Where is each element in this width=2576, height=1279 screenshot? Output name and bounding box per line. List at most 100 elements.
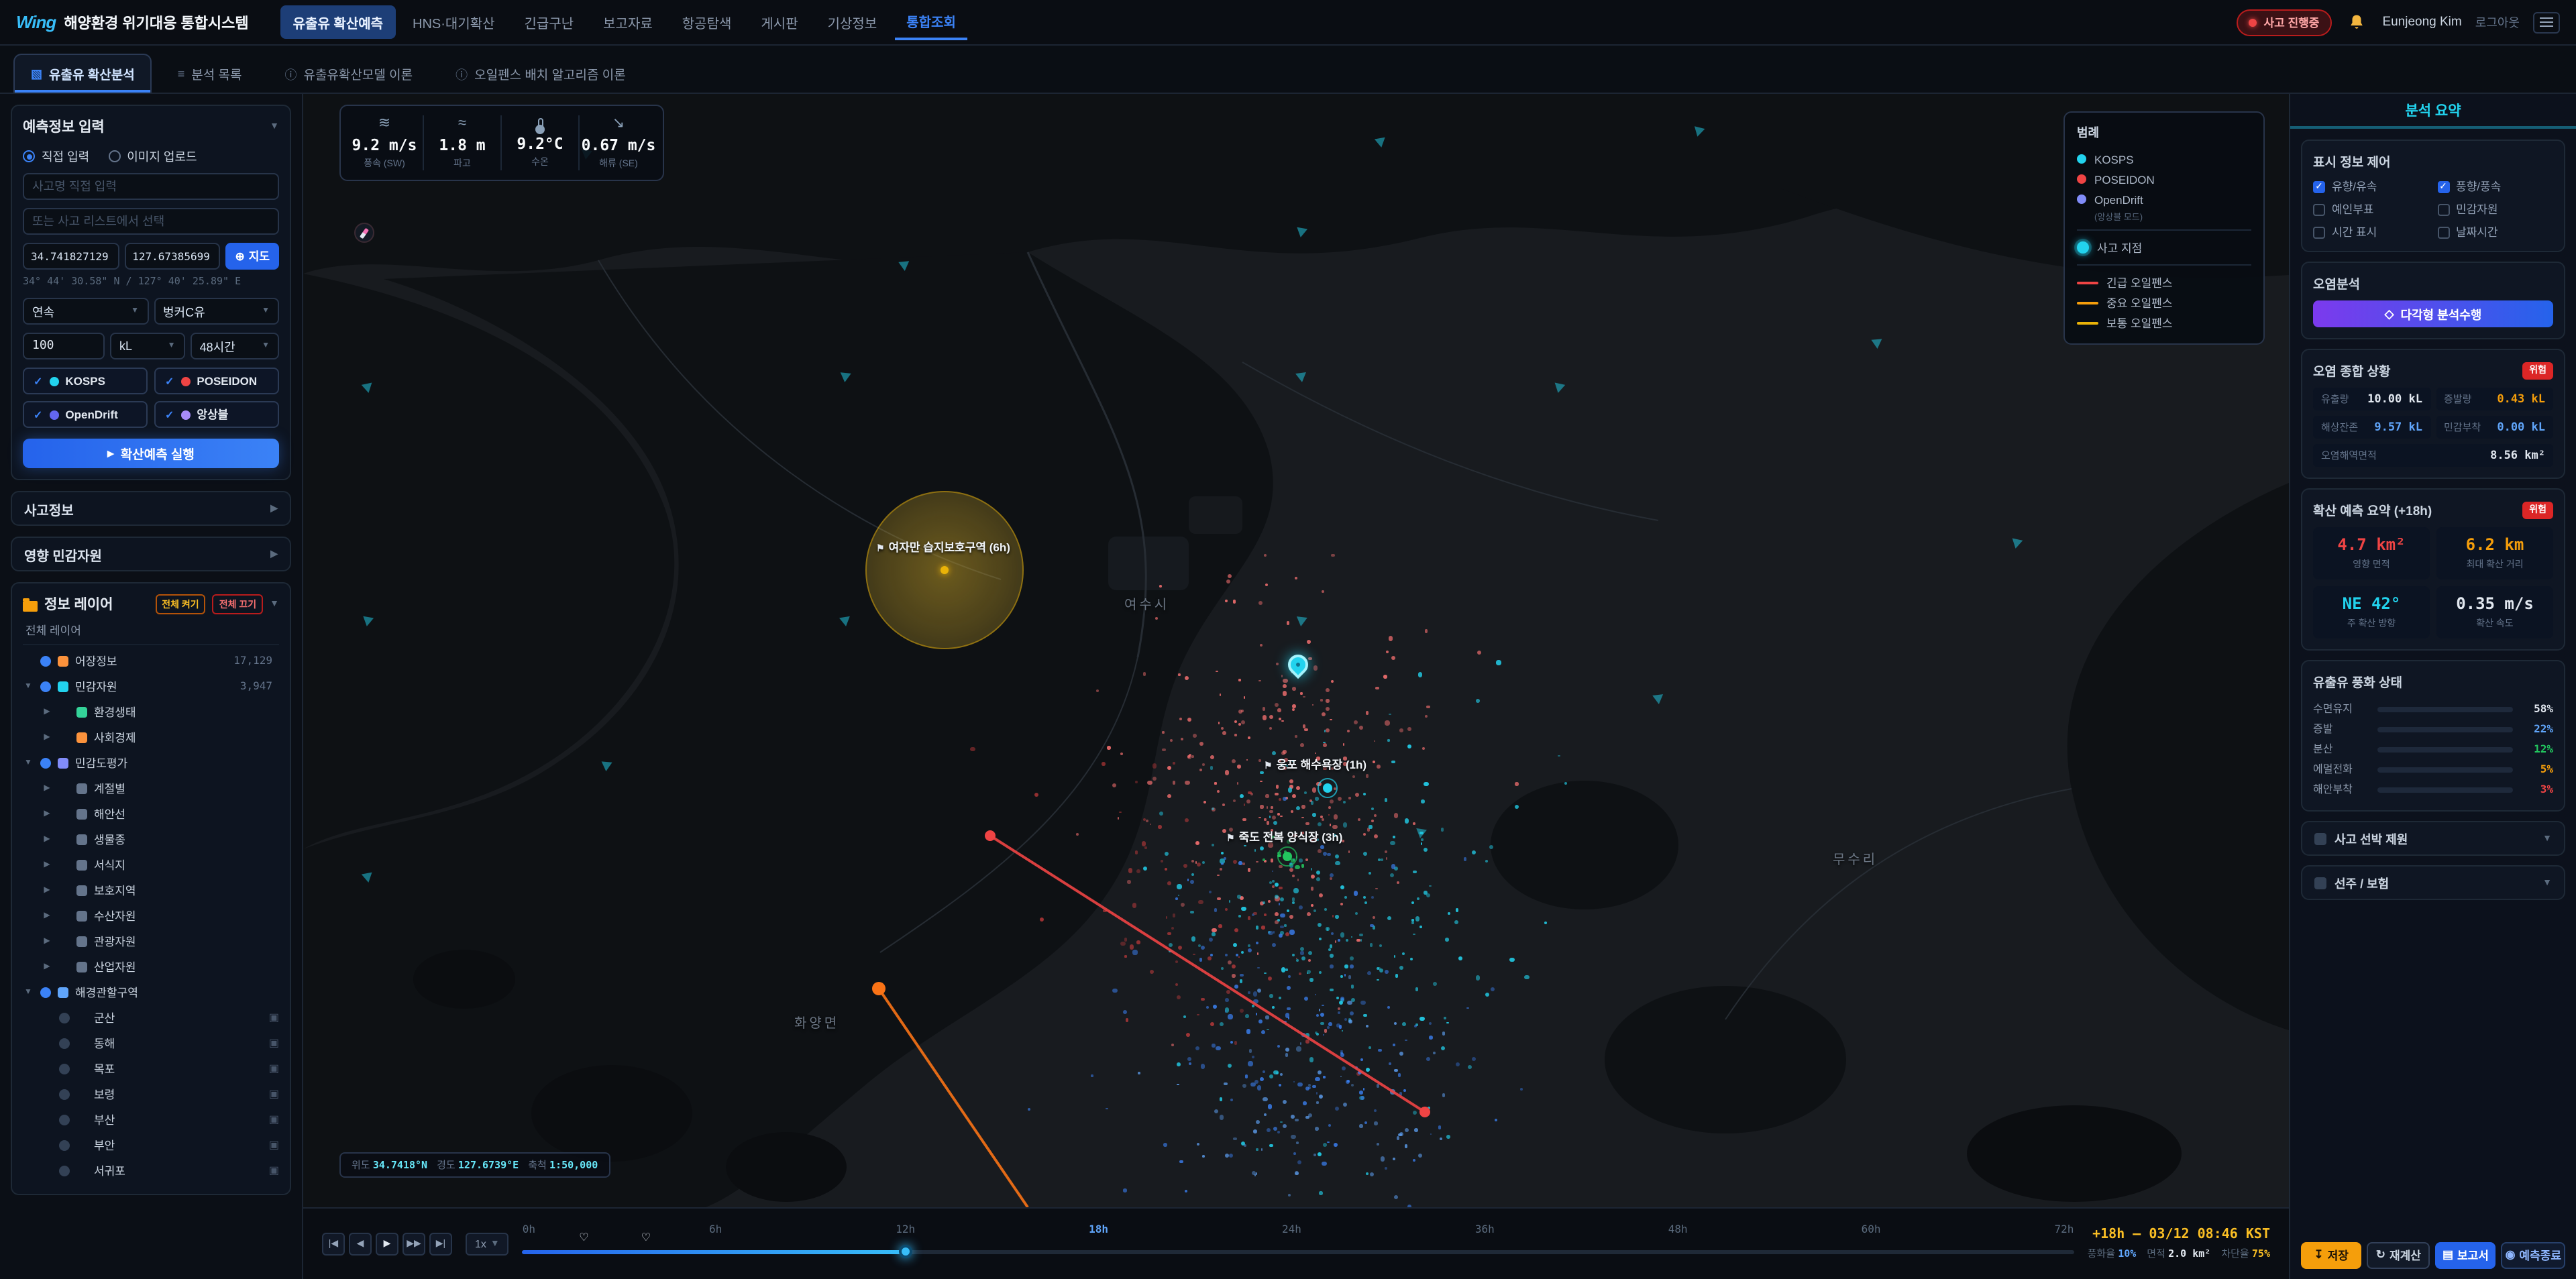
layer-row[interactable]: ▶ 사회경제: [23, 724, 279, 750]
layer-row[interactable]: 어장정보 17,129: [23, 648, 279, 673]
model-toggle[interactable]: ✓ POSEIDON: [154, 368, 279, 394]
accident-list-input[interactable]: [23, 208, 279, 235]
tab[interactable]: ⓘ 오일펜스 배치 알고리즘 이론: [438, 54, 643, 93]
layer-row[interactable]: 보령 ▣: [23, 1081, 279, 1107]
layer-list-icon[interactable]: ▣: [269, 1037, 279, 1049]
hamburger-menu-icon[interactable]: [2533, 11, 2560, 33]
amount-input[interactable]: [23, 333, 105, 359]
nav-item[interactable]: 게시판: [749, 5, 810, 39]
nav-item[interactable]: 통합조회: [894, 4, 968, 40]
layer-list-icon[interactable]: ▣: [269, 1011, 279, 1023]
ship-spec-section[interactable]: 사고 선박 제원 ▼: [2301, 821, 2565, 856]
play-button[interactable]: ▶: [376, 1232, 398, 1255]
all-layers-on-button[interactable]: 전체 켜기: [155, 594, 206, 614]
layer-toggle-dot[interactable]: [40, 987, 51, 997]
layer-row[interactable]: ▶ 산업자원: [23, 954, 279, 979]
layer-toggle-dot[interactable]: [40, 757, 51, 768]
layer-row[interactable]: ▶ 수산자원: [23, 903, 279, 928]
fence-deploy-marker-icon[interactable]: ♡: [579, 1231, 588, 1243]
latitude-input[interactable]: [23, 243, 119, 270]
radio-image-upload[interactable]: 이미지 업로드: [108, 148, 197, 165]
prediction-input-header[interactable]: 예측정보 입력 ▼: [23, 117, 279, 137]
layer-toggle-dot[interactable]: [59, 1038, 70, 1048]
display-option-checkbox[interactable]: ✓ 풍향/풍속: [2437, 178, 2553, 194]
nav-item[interactable]: 보고자료: [591, 5, 665, 39]
layer-toggle-dot[interactable]: [59, 1165, 70, 1176]
model-toggle[interactable]: ✓ 앙상블: [154, 401, 279, 428]
display-option-checkbox[interactable]: ✓ 시간 표시: [2313, 224, 2429, 240]
action-button[interactable]: ◉ 예측종료: [2501, 1241, 2565, 1268]
layer-row[interactable]: ▶ 서식지: [23, 852, 279, 877]
layer-row[interactable]: ▶ 관광자원: [23, 928, 279, 954]
notification-bell-icon[interactable]: [2345, 10, 2369, 34]
pick-on-map-button[interactable]: ⊕ 지도: [225, 243, 280, 270]
run-prediction-button[interactable]: ▸ 확산예측 실행: [23, 439, 279, 468]
layer-row[interactable]: ▶ 보호지역: [23, 877, 279, 903]
polygon-analysis-button[interactable]: ◇ 다각형 분석수행: [2313, 300, 2553, 327]
layer-toggle-dot[interactable]: [59, 1063, 70, 1074]
action-button[interactable]: ↧ 저장: [2301, 1241, 2362, 1268]
layer-row[interactable]: ▼ 해경관할구역: [23, 979, 279, 1005]
tab[interactable]: ▧ 유출유 확산분석: [13, 54, 152, 93]
fence-deploy-marker-icon[interactable]: ♡: [641, 1231, 651, 1243]
layer-toggle-dot[interactable]: [40, 655, 51, 666]
nav-item[interactable]: 긴급구난: [513, 5, 586, 39]
layer-row[interactable]: ▼ 민감자원 3,947: [23, 673, 279, 699]
layers-header[interactable]: 정보 레이어 전체 켜기 전체 끄기 ▼: [23, 594, 279, 614]
layer-list-icon[interactable]: ▣: [269, 1164, 279, 1176]
layer-toggle-dot[interactable]: [40, 681, 51, 691]
duration-select[interactable]: 48시간 ▼: [190, 333, 279, 359]
compass-icon[interactable]: [354, 223, 374, 243]
accident-info-section[interactable]: 사고정보 ▶: [11, 491, 291, 526]
tab[interactable]: ⓘ 유출유확산모델 이론: [267, 54, 430, 93]
display-option-checkbox[interactable]: ✓ 민감자원: [2437, 201, 2553, 217]
map[interactable]: 여자만 습지보호구역 (6h) 여수시웅포 해수욕장 (1h) 죽도 전복 양식장 …: [303, 94, 2289, 1207]
layer-list-icon[interactable]: ▣: [269, 1062, 279, 1074]
timeline-handle[interactable]: [899, 1245, 913, 1258]
layer-row[interactable]: ▶ 환경생태: [23, 699, 279, 724]
model-toggle[interactable]: ✓ OpenDrift: [23, 401, 148, 428]
longitude-input[interactable]: [124, 243, 221, 270]
nav-item[interactable]: HNS·대기확산: [400, 5, 507, 39]
layer-row[interactable]: 동해 ▣: [23, 1030, 279, 1056]
layer-row[interactable]: 목포 ▣: [23, 1056, 279, 1081]
layer-row[interactable]: 부산 ▣: [23, 1107, 279, 1132]
tab[interactable]: ≡ 분석 목록: [160, 54, 260, 93]
layer-row[interactable]: 부안 ▣: [23, 1132, 279, 1158]
display-option-checkbox[interactable]: ✓ 날짜시간: [2437, 224, 2553, 240]
skip-end-button[interactable]: ▶|: [429, 1232, 452, 1255]
step-back-button[interactable]: ◀: [349, 1232, 372, 1255]
display-option-checkbox[interactable]: ✓ 예인부표: [2313, 201, 2429, 217]
nav-item[interactable]: 항공탐색: [670, 5, 744, 39]
action-button[interactable]: ↻ 재계산: [2367, 1241, 2430, 1268]
layer-toggle-dot[interactable]: [59, 1089, 70, 1099]
nav-item[interactable]: 기상정보: [816, 5, 890, 39]
layer-row[interactable]: ▶ 생물종: [23, 826, 279, 852]
fast-forward-button[interactable]: ▶▶: [402, 1232, 425, 1255]
action-button[interactable]: ▤ 보고서: [2435, 1241, 2496, 1268]
layer-list-icon[interactable]: ▣: [269, 1139, 279, 1151]
unit-select[interactable]: kL ▼: [110, 333, 185, 359]
skip-start-button[interactable]: |◀: [322, 1232, 345, 1255]
layer-row[interactable]: 서귀포 ▣: [23, 1158, 279, 1183]
logout-button[interactable]: 로그아웃: [2475, 13, 2520, 31]
layer-list-icon[interactable]: ▣: [269, 1113, 279, 1125]
impact-resources-section[interactable]: 영향 민감자원 ▶: [11, 537, 291, 571]
layer-list-icon[interactable]: ▣: [269, 1088, 279, 1100]
layer-row[interactable]: 군산 ▣: [23, 1005, 279, 1030]
all-layers-off-button[interactable]: 전체 끄기: [212, 594, 264, 614]
timeline-ruler[interactable]: 0h 6h 12h 18h 24h 36h 48h 60h 72h ♡ ♡: [522, 1219, 2074, 1268]
layer-row[interactable]: ▶ 계절별: [23, 775, 279, 801]
playback-speed-select[interactable]: 1x ▼: [466, 1232, 509, 1255]
radio-direct-input[interactable]: 직접 입력: [23, 148, 89, 165]
left-sidebar[interactable]: 예측정보 입력 ▼ 직접 입력 이미지 업로드 ⊕지도 34° 44' 30.5…: [0, 94, 303, 1279]
layer-row[interactable]: ▶ 해안선: [23, 801, 279, 826]
layer-row[interactable]: ▼ 민감도평가: [23, 750, 279, 775]
spill-type-select[interactable]: 연속 ▼: [23, 298, 148, 325]
oil-type-select[interactable]: 벙커C유 ▼: [154, 298, 279, 325]
layer-toggle-dot[interactable]: [59, 1012, 70, 1023]
layer-toggle-dot[interactable]: [59, 1139, 70, 1150]
owner-insurance-section[interactable]: 선주 / 보험 ▼: [2301, 865, 2565, 900]
nav-item[interactable]: 유출유 확산예측: [280, 5, 396, 39]
accident-name-input[interactable]: [23, 173, 279, 200]
